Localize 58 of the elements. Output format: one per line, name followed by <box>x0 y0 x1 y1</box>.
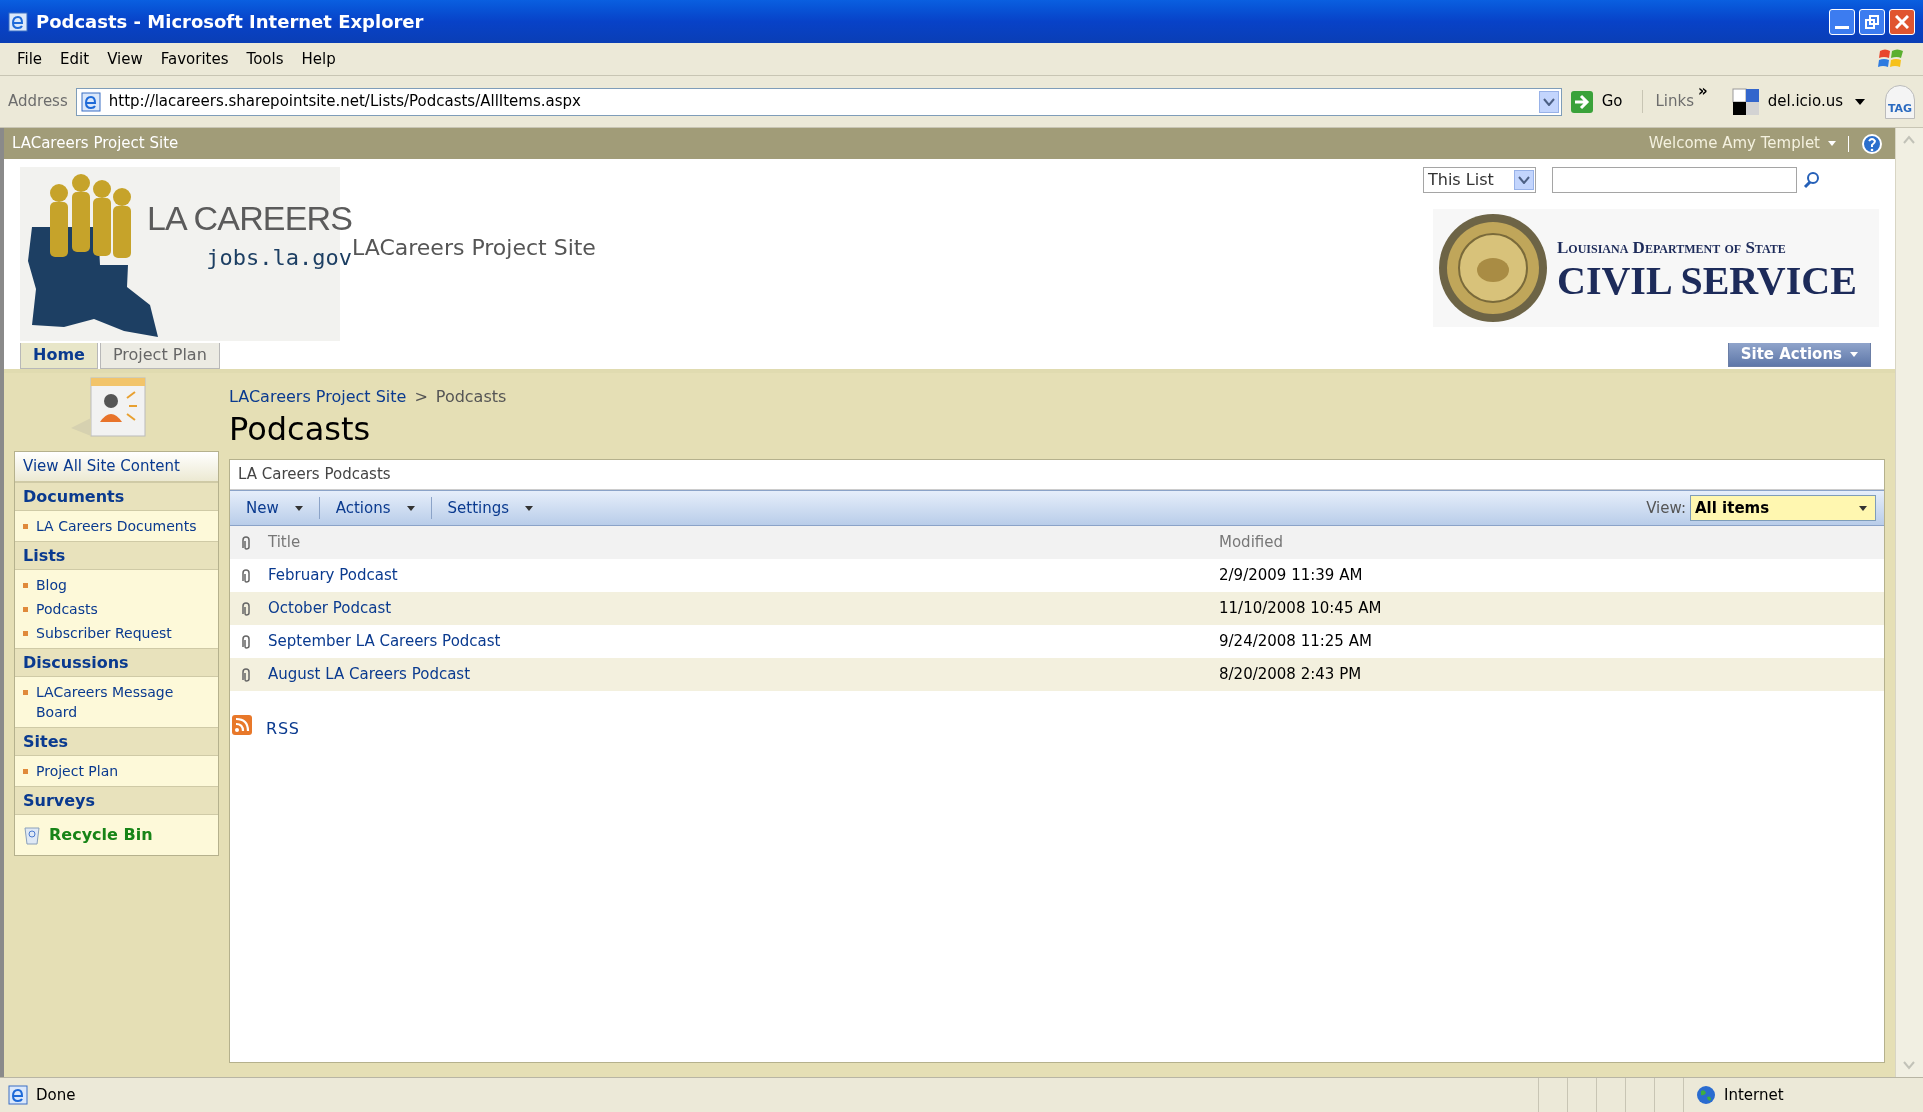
nav-section-heading[interactable]: Surveys <box>15 786 218 815</box>
column-header[interactable]: Modified <box>1219 531 1283 554</box>
tag-button[interactable]: TAG <box>1885 84 1915 119</box>
go-button[interactable]: Go <box>1569 89 1635 114</box>
status-text: Done <box>36 1084 76 1106</box>
item-title-link[interactable]: February Podcast <box>268 566 398 585</box>
nav-link[interactable]: LA Careers Documents <box>36 516 206 536</box>
breadcrumb-current: Podcasts <box>435 386 507 408</box>
logo-url: jobs.la.gov <box>206 247 353 269</box>
item-title-link[interactable]: September LA Careers Podcast <box>268 632 501 651</box>
agency-name: CIVIL SERVICE <box>1557 260 1857 301</box>
nav-section-heading[interactable]: Sites <box>15 727 218 756</box>
menu-item[interactable]: Favorites <box>151 47 238 71</box>
site-title[interactable]: LACareers Project Site <box>352 231 596 264</box>
window-title: Podcasts - Microsoft Internet Explorer <box>36 10 424 34</box>
breadcrumb-link[interactable]: LACareers Project Site <box>229 385 407 409</box>
more-links-chevron[interactable]: » <box>1698 80 1708 103</box>
nav-section-heading[interactable]: Discussions <box>15 648 218 677</box>
toolbar-menu[interactable]: New <box>238 496 311 520</box>
bookmark-button[interactable]: del.icio.us <box>1731 87 1843 116</box>
item-title-link[interactable]: October Podcast <box>268 599 392 618</box>
menu-item[interactable]: File <box>8 47 52 71</box>
address-url: http://lacareers.sharepointsite.net/Lists/Podcasts/AllItems.aspx <box>108 91 582 113</box>
rss-link[interactable]: RSS <box>266 717 300 741</box>
address-field[interactable]: http://lacareers.sharepointsite.net/Lists/Podcasts/AllItems.aspx <box>75 87 1562 116</box>
nav-tab[interactable]: Project Plan <box>99 341 220 369</box>
logo-title: LA CAREERS <box>147 201 353 235</box>
nav-link[interactable]: Subscriber Request <box>36 623 206 643</box>
recycle-bin-link[interactable]: Recycle Bin <box>49 823 153 847</box>
nav-tab[interactable]: Home <box>20 341 98 369</box>
table-cell-text: 2/9/2009 11:39 AM <box>1219 565 1363 587</box>
table-cell-text: 8/20/2008 2:43 PM <box>1219 664 1362 686</box>
toolbar-menu[interactable]: Settings <box>430 496 542 520</box>
view-label: View: <box>1646 497 1686 519</box>
address-label: Address <box>8 91 68 113</box>
menu-item[interactable]: Tools <box>237 47 293 71</box>
nav-link[interactable]: Podcasts <box>36 599 206 619</box>
links-label[interactable]: Links <box>1642 90 1694 113</box>
nav-link[interactable]: LACareers Message Board <box>36 682 206 722</box>
search-scope-dropdown[interactable]: This List <box>1423 167 1536 193</box>
security-zone: Internet <box>1724 1084 1784 1106</box>
nav-section-heading[interactable]: Lists <box>15 541 218 570</box>
agency-line: Louisiana Department of State <box>1557 237 1786 260</box>
toolbar-menu[interactable]: Actions <box>318 496 423 520</box>
view-all-site-content-link[interactable]: View All Site Content <box>15 452 218 482</box>
table-cell-text: 11/10/2008 10:45 AM <box>1219 598 1382 620</box>
menu-item[interactable]: View <box>98 47 152 71</box>
item-title-link[interactable]: August LA Careers Podcast <box>268 665 471 684</box>
breadcrumb-separator: > <box>414 386 428 408</box>
menu-item[interactable]: Edit <box>51 47 99 71</box>
page-title: Podcasts <box>229 409 371 449</box>
nav-link[interactable]: Blog <box>36 575 206 595</box>
column-header[interactable]: Title <box>268 531 1219 554</box>
view-dropdown[interactable]: All items <box>1690 495 1876 521</box>
menu-item[interactable]: Help <box>292 47 345 71</box>
nav-link[interactable]: Project Plan <box>36 761 206 781</box>
nav-section-heading[interactable]: Documents <box>15 482 218 511</box>
table-cell-text: 9/24/2008 11:25 AM <box>1219 631 1372 653</box>
